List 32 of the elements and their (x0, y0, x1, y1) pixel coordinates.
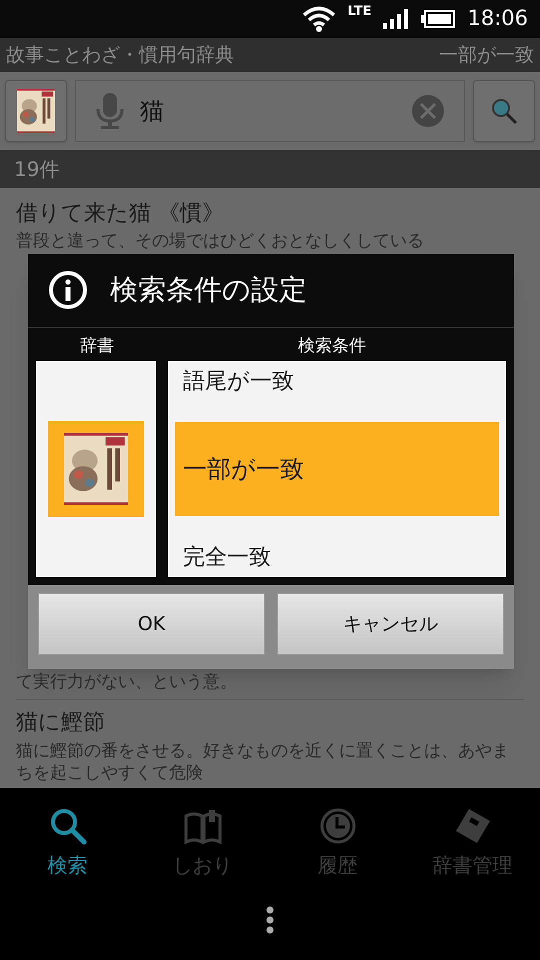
dialog-button[interactable]: キャンセル (277, 593, 504, 656)
result-count: 19件 (14, 156, 60, 183)
dictionary-button[interactable] (5, 80, 67, 142)
nav-tab[interactable]: 検索 (0, 806, 135, 880)
info-icon (48, 270, 88, 310)
dictionary-item[interactable] (48, 421, 144, 518)
entry-title[interactable]: 猫に鰹節 (16, 706, 105, 740)
match-mode: 一部が一致 (439, 42, 534, 68)
entry-description: 猫に鰹節の番をさせる。好きなものを近くに置くことは、あやまちを起こしやすくて危険 (16, 740, 510, 784)
wifi-icon (302, 6, 336, 32)
network-type: LTE (348, 5, 372, 18)
entry-description: て実行力がない、という意。 (16, 671, 238, 693)
microphone-icon (96, 93, 124, 129)
condition-option[interactable]: 完全一致 (175, 537, 499, 578)
search-query: 猫 (140, 97, 164, 125)
clock-icon (318, 806, 358, 846)
search-icon (490, 97, 518, 125)
clock-time: 18:06 (467, 5, 528, 32)
app-title: 故事ことわざ・慣用句辞典 (6, 42, 234, 68)
battery-icon (421, 10, 456, 28)
signal-icon (383, 9, 410, 29)
entry-description: 普段と違って、その場ではひどくおとなしくしている (16, 230, 425, 252)
condition-option[interactable]: 語尾が一致 (175, 361, 499, 402)
dialog-button[interactable]: OK (38, 593, 265, 656)
column-label: 辞書 (79, 334, 115, 358)
column-label: 検索条件 (297, 334, 367, 358)
more-icon[interactable] (266, 906, 274, 934)
entry-title[interactable]: 借りて来た猫 《慣》 (16, 198, 224, 230)
search-button[interactable] (473, 80, 535, 142)
dialog-title: 検索条件の設定 (110, 272, 307, 308)
search-field[interactable]: 猫 (75, 80, 465, 142)
condition-option[interactable]: 一部が一致 (175, 422, 499, 516)
